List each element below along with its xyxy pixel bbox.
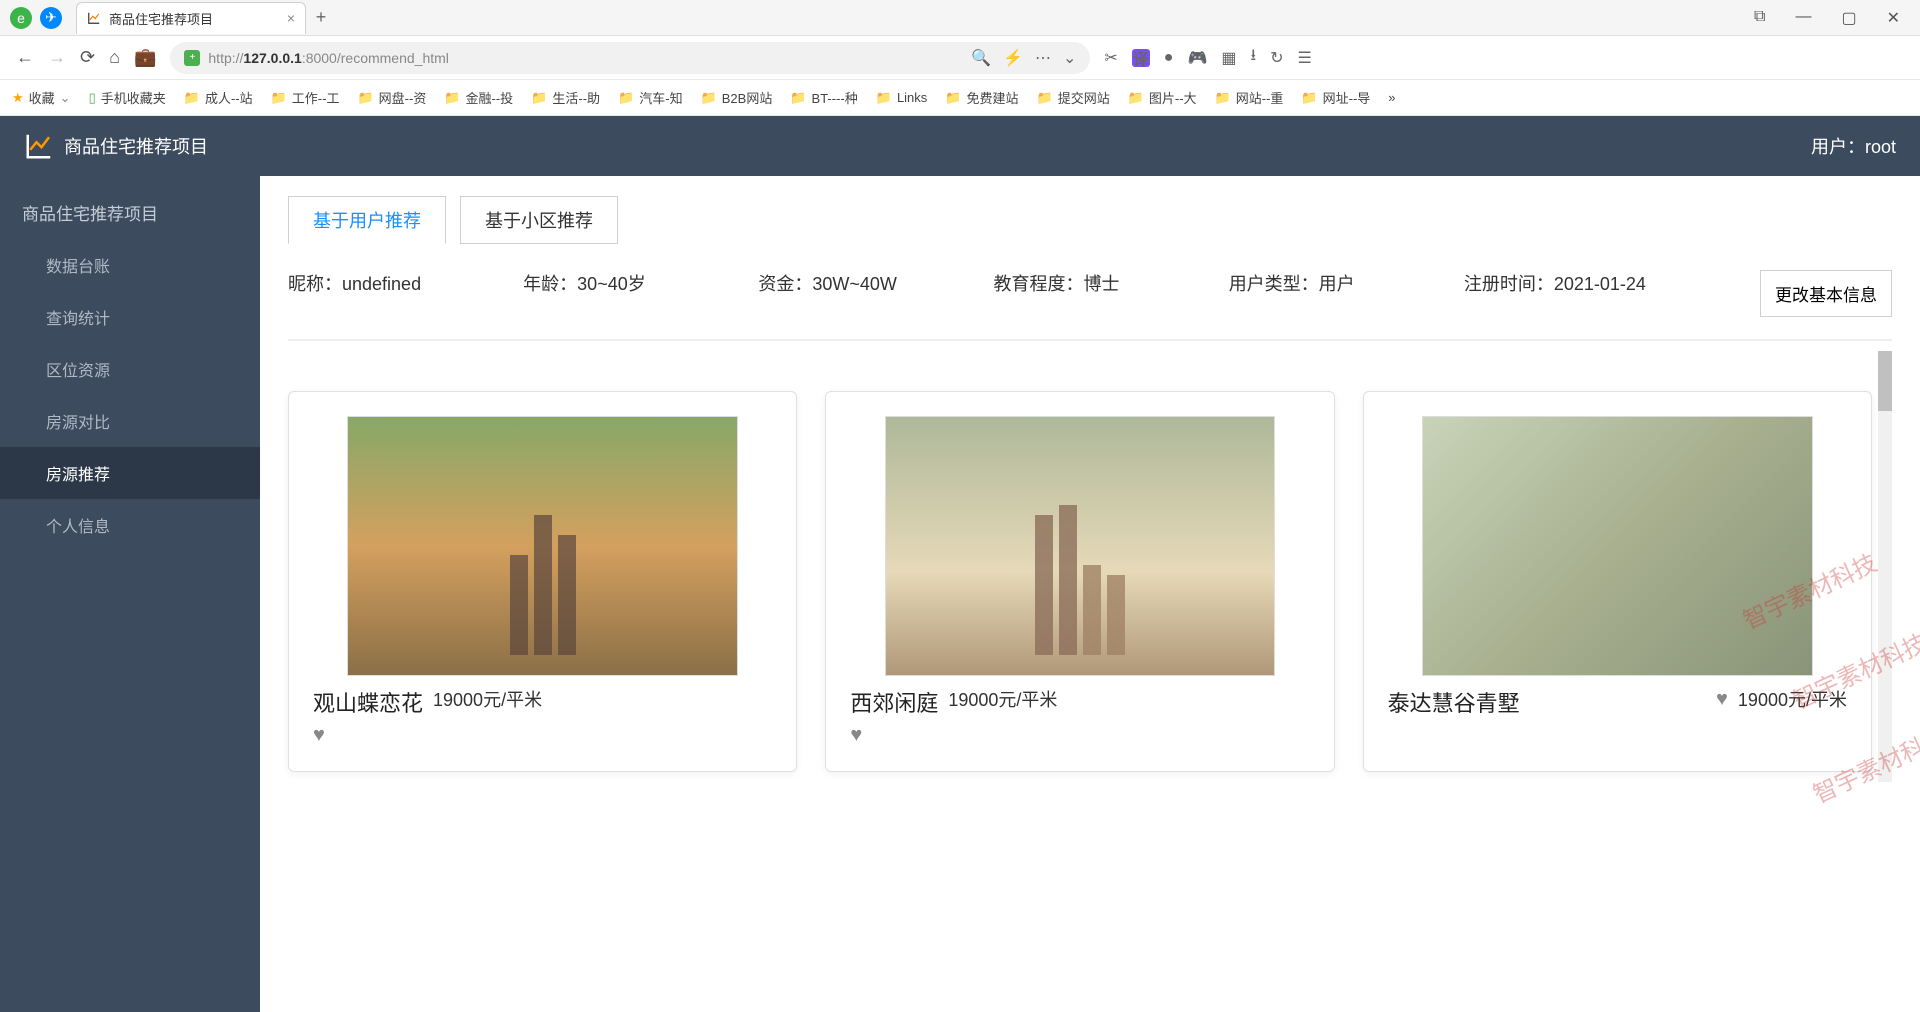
info-nickname: 昵称：undefined	[288, 270, 491, 299]
chart-logo-icon	[24, 131, 54, 161]
info-education: 教育程度：博士	[994, 270, 1197, 299]
tab-user-recommend[interactable]: 基于用户推荐	[288, 196, 446, 244]
property-title: 观山蝶恋花	[313, 686, 423, 718]
reload-button[interactable]: ⟳	[80, 47, 95, 68]
info-age: 年龄：30~40岁	[523, 270, 726, 299]
bookmark-folder[interactable]: 📁生活--助	[531, 88, 600, 107]
mobile-bookmarks[interactable]: ▯手机收藏夹	[89, 88, 166, 107]
info-usertype: 用户类型：用户	[1229, 270, 1432, 299]
sidebar-item-compare[interactable]: 房源对比	[0, 395, 260, 447]
scissors-icon[interactable]: ✂	[1104, 48, 1117, 68]
main-content: 基于用户推荐 基于小区推荐 昵称：undefined 年龄：30~40岁 资金：…	[260, 176, 1920, 1012]
game-icon[interactable]: 🎮	[1187, 48, 1207, 68]
sidebar: 商品住宅推荐项目 数据台账 查询统计 区位资源 房源对比 房源推荐 个人信息	[0, 176, 260, 1012]
scrollbar[interactable]	[1878, 351, 1892, 782]
app-title: 商品住宅推荐项目	[64, 133, 208, 159]
favorites-button[interactable]: ★收藏 ⌄	[12, 88, 71, 107]
picture-in-picture-icon[interactable]: ⧉	[1754, 8, 1765, 28]
browser-tab[interactable]: 商品住宅推荐项目 ×	[76, 2, 306, 34]
bookmarks-overflow[interactable]: »	[1388, 90, 1395, 105]
property-card[interactable]: 观山蝶恋花 ♥ 19000元/平米	[288, 391, 797, 772]
property-price: 19000元/平米	[433, 686, 542, 712]
browser-toolbar: ← → ⟳ ⌂ 💼 + http://127.0.0.1:8000/recomm…	[0, 36, 1920, 80]
property-title: 西郊闲庭	[850, 686, 938, 718]
more-icon[interactable]: ⋯	[1035, 48, 1051, 68]
undo-icon[interactable]: ↻	[1270, 48, 1283, 68]
property-image	[1388, 416, 1847, 676]
bookmark-folder[interactable]: 📁提交网站	[1037, 88, 1110, 107]
close-icon[interactable]: ✕	[1887, 8, 1900, 28]
forward-button[interactable]: →	[48, 47, 66, 68]
url-text: http://127.0.0.1:8000/recommend_html	[208, 50, 449, 66]
shield-icon: +	[184, 50, 200, 66]
property-image	[313, 416, 772, 676]
app-icon: ✈	[40, 7, 62, 29]
bookmark-folder[interactable]: 📁免费建站	[945, 88, 1018, 107]
watermark: 智宇素材科技	[1806, 717, 1920, 810]
bookmark-folder[interactable]: 📁成人--站	[184, 88, 253, 107]
new-tab-button[interactable]: +	[306, 7, 336, 28]
user-label[interactable]: 用户：root	[1811, 133, 1896, 159]
property-price: 19000元/平米	[1738, 686, 1847, 712]
browser-titlebar: e ✈ 商品住宅推荐项目 × + ⧉ — ▢ ✕	[0, 0, 1920, 36]
property-price: 19000元/平米	[948, 686, 1057, 712]
sidebar-title[interactable]: 商品住宅推荐项目	[0, 186, 260, 239]
heart-icon[interactable]: ♥	[1716, 688, 1728, 711]
browser-icon: e	[10, 7, 32, 29]
bookmark-folder[interactable]: 📁图片--大	[1128, 88, 1197, 107]
sidebar-item-profile[interactable]: 个人信息	[0, 499, 260, 551]
property-card[interactable]: 泰达慧谷青墅 ♥ 19000元/平米 智宇素材科技 智宇素材科技 智宇素材科技	[1363, 391, 1872, 772]
tab-title: 商品住宅推荐项目	[109, 9, 279, 28]
property-title: 泰达慧谷青墅	[1388, 686, 1706, 718]
bookmark-folder[interactable]: 📁网站--重	[1215, 88, 1284, 107]
user-info-row: 昵称：undefined 年龄：30~40岁 资金：30W~40W 教育程度：博…	[288, 254, 1892, 339]
tab-area-recommend[interactable]: 基于小区推荐	[460, 196, 618, 244]
heart-icon[interactable]: ♥	[313, 724, 423, 747]
minimize-icon[interactable]: —	[1795, 8, 1811, 28]
property-card[interactable]: 西郊闲庭 ♥ 19000元/平米	[825, 391, 1334, 772]
sidebar-item-recommend[interactable]: 房源推荐	[0, 447, 260, 499]
info-funds: 资金：30W~40W	[758, 270, 961, 299]
translate-icon[interactable]: 译	[1132, 49, 1150, 67]
download-icon[interactable]: ⭳	[1251, 44, 1257, 71]
zoom-icon[interactable]: 🔍	[971, 48, 991, 68]
bookmark-folder[interactable]: 📁工作--工	[271, 88, 340, 107]
home-button[interactable]: ⌂	[109, 47, 120, 68]
address-bar[interactable]: + http://127.0.0.1:8000/recommend_html 🔍…	[170, 42, 1090, 74]
lightning-icon[interactable]: ⚡	[1003, 48, 1023, 68]
app-header: 商品住宅推荐项目 用户：root	[0, 116, 1920, 176]
property-image	[850, 416, 1309, 676]
sidebar-item-data[interactable]: 数据台账	[0, 239, 260, 291]
bookmarks-bar: ★收藏 ⌄ ▯手机收藏夹 📁成人--站 📁工作--工 📁网盘--资 📁金融--投…	[0, 80, 1920, 116]
edit-info-button[interactable]: 更改基本信息	[1760, 270, 1892, 317]
sidebar-item-query[interactable]: 查询统计	[0, 291, 260, 343]
bookmark-folder[interactable]: 📁Links	[876, 90, 928, 106]
tab-close-icon[interactable]: ×	[287, 10, 295, 26]
grid-icon[interactable]: ▦	[1221, 48, 1236, 68]
bookmark-folder[interactable]: 📁金融--投	[444, 88, 513, 107]
bookmark-folder[interactable]: 📁网址--导	[1301, 88, 1370, 107]
info-regtime: 注册时间：2021-01-24	[1464, 270, 1728, 299]
sidebar-item-location[interactable]: 区位资源	[0, 343, 260, 395]
bookmark-folder[interactable]: 📁B2B网站	[701, 88, 773, 107]
briefcase-icon[interactable]: 💼	[134, 47, 156, 68]
bookmark-folder[interactable]: 📁网盘--资	[357, 88, 426, 107]
chart-icon	[87, 11, 101, 25]
dropdown-icon[interactable]: ⌄	[1063, 48, 1076, 68]
back-button[interactable]: ←	[16, 47, 34, 68]
maximize-icon[interactable]: ▢	[1841, 8, 1856, 28]
coin-icon[interactable]: ●	[1164, 49, 1174, 67]
bookmark-folder[interactable]: 📁BT----种	[790, 88, 857, 107]
menu-icon[interactable]: ☰	[1298, 48, 1312, 68]
heart-icon[interactable]: ♥	[850, 724, 938, 747]
bookmark-folder[interactable]: 📁汽车-知	[618, 88, 683, 107]
